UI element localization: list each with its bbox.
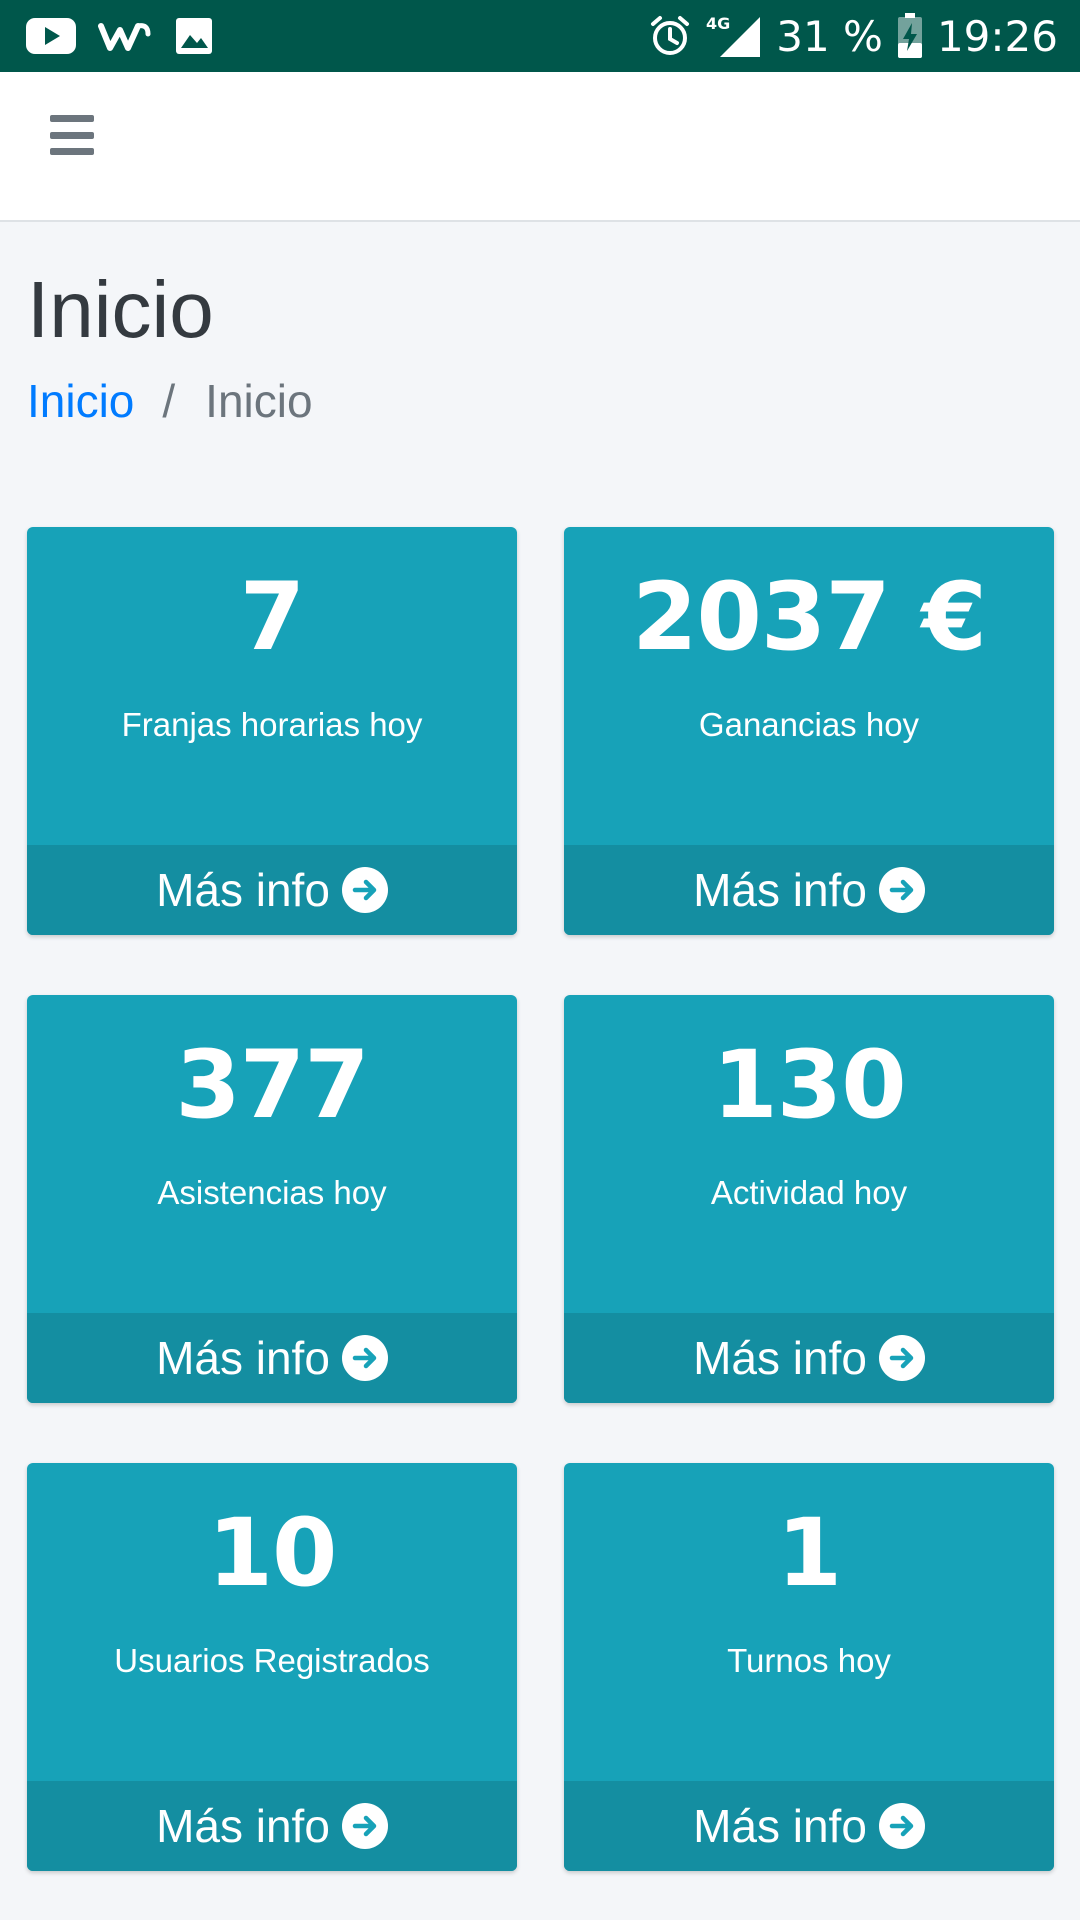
mas-info-label: Más info [693,1800,867,1852]
stat-box-actividad: 130 Actividad hoy Más info [564,995,1054,1403]
signal-icon: 4G [706,13,762,59]
stat-label: Turnos hoy [727,1642,891,1679]
clock: 19:26 [936,11,1058,61]
mas-info-label: Más info [156,1800,330,1852]
mas-info-link[interactable]: Más info [27,1313,517,1403]
stats-grid: 7 Franjas horarias hoy Más info 2037 € G… [27,527,1054,1871]
page-title: Inicio [27,265,214,354]
mas-info-label: Más info [693,1332,867,1384]
stat-value: 10 [207,1499,338,1608]
stat-box-asistencias: 377 Asistencias hoy Más info [27,995,517,1403]
mas-info-label: Más info [156,1332,330,1384]
mas-info-link[interactable]: Más info [564,1781,1054,1871]
stat-label: Usuarios Registrados [114,1642,430,1679]
arrow-circle-right-icon [878,867,925,913]
stat-value: 2037 € [632,563,987,672]
stat-label: Asistencias hoy [157,1174,387,1211]
stat-value: 1 [776,1499,842,1608]
mas-info-label: Más info [693,864,867,916]
hamburger-menu-icon[interactable] [50,115,94,155]
stat-box-usuarios: 10 Usuarios Registrados Más info [27,1463,517,1871]
stat-box-franjas: 7 Franjas horarias hoy Más info [27,527,517,935]
stat-box-ganancias: 2037 € Ganancias hoy Más info [564,527,1054,935]
stat-value: 130 [712,1031,906,1140]
breadcrumb-home-link[interactable]: Inicio [27,378,134,424]
breadcrumb-current: Inicio [205,375,313,427]
alarm-icon [648,14,692,58]
arrow-circle-right-icon [341,867,388,913]
breadcrumb: Inicio / Inicio [27,378,1053,424]
network-type-label: 4G [706,14,730,33]
breadcrumb-separator: / [162,375,176,427]
stat-box-turnos: 1 Turnos hoy Más info [564,1463,1054,1871]
mas-info-link[interactable]: Más info [564,1313,1054,1403]
mas-info-label: Más info [156,864,330,916]
content-header: Inicio Inicio / Inicio [27,265,1053,425]
gallery-icon [174,16,214,56]
mas-info-link[interactable]: Más info [27,1781,517,1871]
arrow-circle-right-icon [341,1335,388,1381]
youtube-icon [26,18,76,54]
stat-value: 377 [175,1031,369,1140]
stat-value: 7 [239,563,305,672]
top-navbar [0,72,1080,222]
stat-label: Actividad hoy [710,1174,908,1211]
battery-charging-icon [897,13,923,59]
stat-label: Ganancias hoy [698,706,920,743]
mas-info-link[interactable]: Más info [564,845,1054,935]
arrow-circle-right-icon [341,1803,388,1849]
arrow-circle-right-icon [878,1335,925,1381]
battery-percent: 31 % [776,11,883,61]
status-bar: 4G 31 % 19:26 [0,0,1080,72]
arrow-circle-right-icon [878,1803,925,1849]
wish-icon [98,18,152,54]
stat-label: Franjas horarias hoy [121,706,423,743]
mas-info-link[interactable]: Más info [27,845,517,935]
